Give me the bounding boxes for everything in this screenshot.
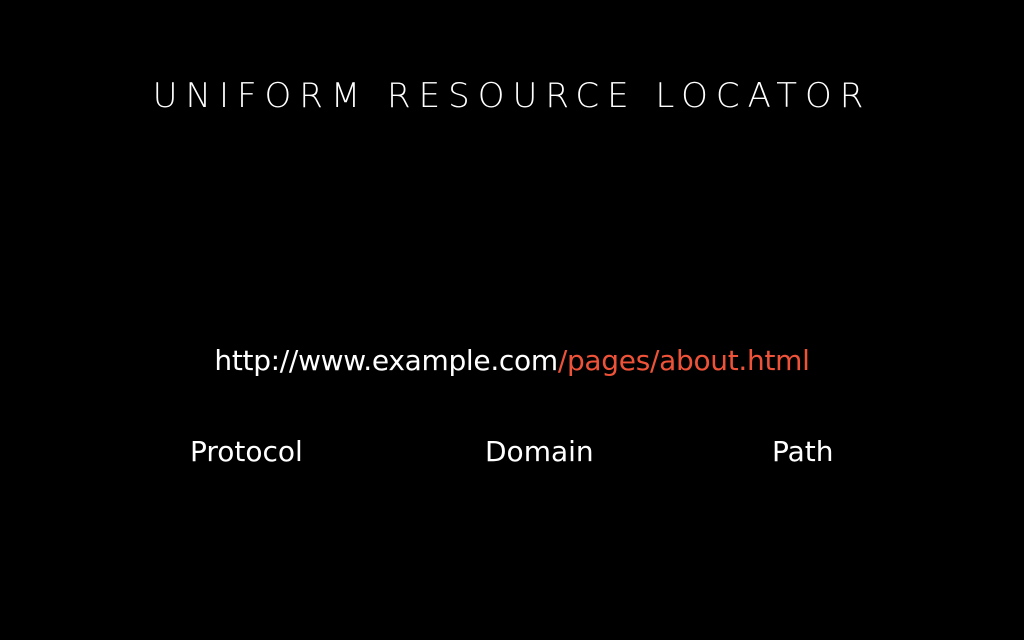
domain-label: Domain bbox=[485, 435, 594, 468]
url-path: /pages/about.html bbox=[557, 344, 810, 377]
slide-title: UNIFORM RESOURCE LOCATOR bbox=[152, 76, 872, 116]
slide: UNIFORM RESOURCE LOCATOR http://www.exam… bbox=[0, 0, 1024, 640]
path-label: Path bbox=[772, 435, 834, 468]
url-protocol-domain: http://www.example.com bbox=[214, 344, 558, 377]
protocol-label: Protocol bbox=[190, 435, 303, 468]
url-example: http://www.example.com/pages/about.html bbox=[0, 343, 1024, 379]
